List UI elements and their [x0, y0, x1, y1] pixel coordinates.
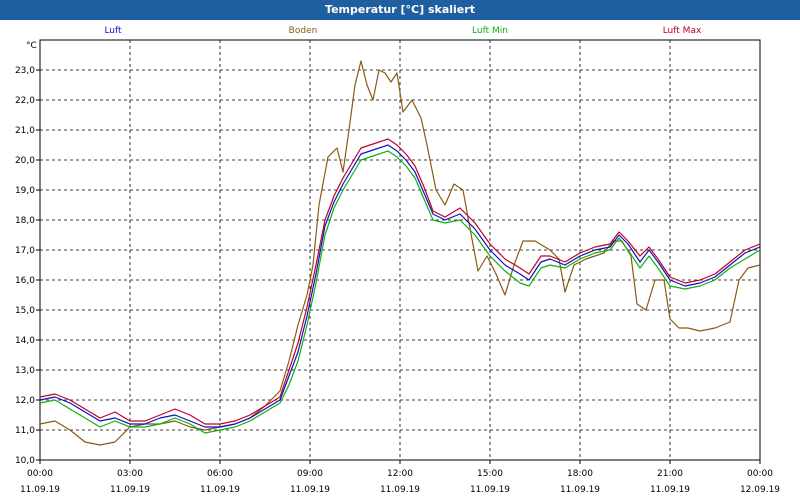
x-tick-time: 09:00	[297, 469, 323, 479]
x-tick-date: 11.09.19	[110, 485, 150, 495]
x-tick-time: 15:00	[477, 469, 503, 479]
y-axis-label: °C	[26, 41, 37, 51]
y-tick-label: 19,0	[15, 186, 35, 196]
y-tick-label: 22,0	[15, 96, 35, 106]
y-tick-label: 16,0	[15, 276, 35, 286]
x-tick-date: 11.09.19	[560, 485, 600, 495]
legend-item: Luft	[104, 26, 122, 36]
x-tick-date: 11.09.19	[470, 485, 510, 495]
x-tick-date: 11.09.19	[20, 485, 60, 495]
y-tick-label: 12,0	[15, 396, 35, 406]
y-tick-label: 13,0	[15, 366, 35, 376]
x-tick-time: 06:00	[207, 469, 233, 479]
legend-item: Luft Min	[472, 26, 508, 36]
y-tick-label: 17,0	[15, 246, 35, 256]
y-tick-label: 10,0	[15, 456, 35, 466]
x-tick-date: 11.09.19	[200, 485, 240, 495]
chart-title: Temperatur [°C] skaliert	[0, 0, 800, 20]
legend-item: Luft Max	[663, 26, 702, 36]
y-tick-label: 11,0	[15, 426, 35, 436]
y-tick-label: 15,0	[15, 306, 35, 316]
grid-lines	[40, 40, 760, 460]
y-tick-label: 21,0	[15, 126, 35, 136]
legend-item: Boden	[289, 26, 318, 36]
x-tick-date: 11.09.19	[380, 485, 420, 495]
x-tick-time: 12:00	[387, 469, 413, 479]
x-tick-date: 12.09.19	[740, 485, 780, 495]
y-tick-label: 23,0	[15, 66, 35, 76]
y-tick-label: 20,0	[15, 156, 35, 166]
legend: Luft Boden Luft Min Luft Max	[104, 26, 702, 36]
x-tick-time: 00:00	[747, 469, 773, 479]
temperature-chart: 10,0 11,0 12,0 13,0 14,0 15,0 16,0 17,0 18,0 19,0…	[15, 26, 780, 495]
x-tick-time: 00:00	[27, 469, 53, 479]
y-axis-ticks: 10,0 11,0 12,0 13,0 14,0 15,0 16,0 17,0 18,0 19,0…	[15, 66, 40, 466]
x-tick-date: 11.09.19	[650, 485, 690, 495]
y-tick-label: 14,0	[15, 336, 35, 346]
x-tick-time: 03:00	[117, 469, 143, 479]
x-axis-ticks: 00:00 11.09.19 03:00 11.09.19 06:00 11.09.19 0…	[20, 460, 780, 495]
x-tick-date: 11.09.19	[290, 485, 330, 495]
x-tick-time: 18:00	[567, 469, 593, 479]
x-tick-time: 21:00	[657, 469, 683, 479]
y-tick-label: 18,0	[15, 216, 35, 226]
